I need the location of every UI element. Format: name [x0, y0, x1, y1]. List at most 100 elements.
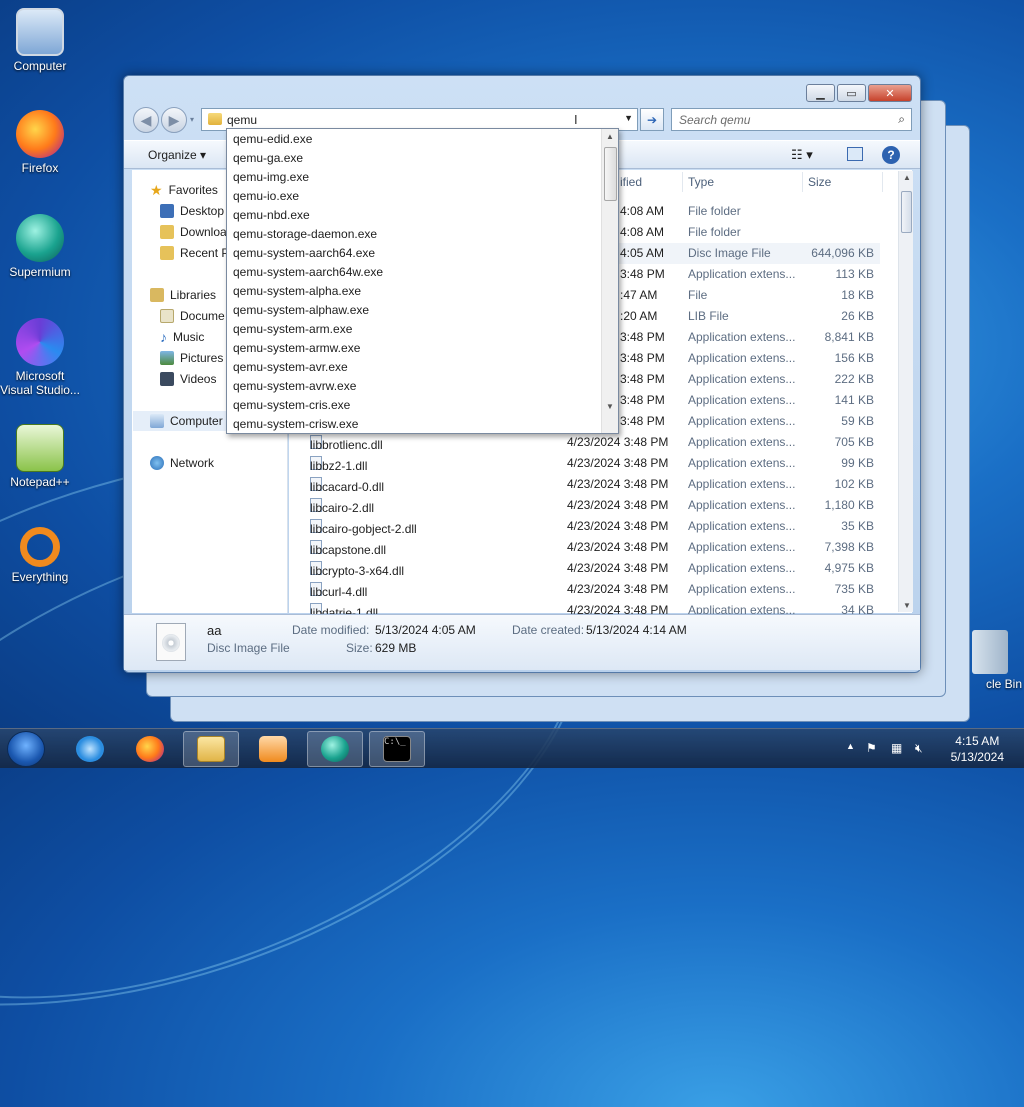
autocomplete-item[interactable]: qemu-nbd.exe: [233, 206, 310, 225]
autocomplete-item[interactable]: qemu-io.exe: [233, 187, 299, 206]
desktop-icon-supermium[interactable]: Supermium: [0, 214, 80, 279]
nav-videos[interactable]: Videos: [160, 370, 216, 388]
close-button[interactable]: ✕: [868, 84, 912, 102]
taskbar-media-player[interactable]: [245, 731, 301, 767]
column-header-date-modified[interactable]: ified: [620, 175, 642, 193]
table-row[interactable]: libcrypto-3-x64.dll 4/23/2024 3:48 PM Appl…: [300, 558, 880, 579]
nav-label: Music: [173, 330, 205, 344]
row-type: File: [688, 288, 708, 302]
taskbar-command-prompt[interactable]: C:\_: [369, 731, 425, 767]
search-box[interactable]: Search qemu ⌕: [671, 108, 912, 131]
recent-pages-chevron-icon[interactable]: ▾: [190, 115, 194, 124]
start-button[interactable]: [7, 731, 45, 767]
show-hidden-icons-chevron[interactable]: ▲: [846, 741, 855, 751]
row-size: 1,180 KB: [824, 498, 874, 512]
go-arrow-button[interactable]: ➔: [640, 108, 664, 131]
autocomplete-item[interactable]: qemu-system-cris.exe: [233, 396, 350, 415]
table-row[interactable]: libcairo-2.dll 4/23/2024 3:48 PM Applicati…: [300, 495, 880, 516]
desktop-icon-computer[interactable]: Computer: [0, 8, 80, 73]
nav-favorites[interactable]: ★ Favorites: [150, 181, 218, 199]
table-row[interactable]: libbrotlienc.dll 4/23/2024 3:48 PM Applica…: [300, 432, 880, 453]
nav-pictures[interactable]: Pictures: [160, 349, 223, 367]
desktop-icon-notepadpp[interactable]: Notepad++: [0, 424, 80, 489]
row-name: libbz2-1.dll: [310, 456, 367, 473]
details-created-value: 5/13/2024 4:14 AM: [586, 623, 687, 637]
table-row[interactable]: libcairo-gobject-2.dll 4/23/2024 3:48 PM A…: [300, 516, 880, 537]
column-header-type[interactable]: Type: [688, 175, 714, 193]
desktop-icon-everything[interactable]: Everything: [0, 527, 80, 584]
desktop-icon-firefox[interactable]: Firefox: [0, 110, 80, 175]
scroll-up-icon[interactable]: ▲: [606, 132, 614, 141]
scroll-down-icon[interactable]: ▼: [903, 601, 911, 610]
volume-muted-icon[interactable]: 🔇︎: [915, 741, 923, 756]
autocomplete-item[interactable]: qemu-edid.exe: [233, 130, 312, 149]
network-icon: [150, 456, 164, 470]
row-date-modified: 4:08 AM: [620, 225, 665, 239]
column-header-size[interactable]: Size: [808, 175, 831, 193]
help-icon[interactable]: ?: [882, 146, 900, 164]
desktop-icon-recycle-bin[interactable]: cle Bin: [944, 630, 1024, 691]
search-input[interactable]: Search qemu: [679, 113, 750, 127]
desktop-icon-visual-studio[interactable]: Microsoft Visual Studio...: [0, 318, 80, 397]
clock-date: 5/13/2024: [950, 750, 1004, 764]
autocomplete-item[interactable]: qemu-system-avrw.exe: [233, 377, 356, 396]
table-row[interactable]: libbz2-1.dll 4/23/2024 3:48 PM Application…: [300, 453, 880, 474]
file-list-scrollbar[interactable]: ▲ ▼: [898, 171, 913, 612]
autocomplete-item[interactable]: qemu-system-alphaw.exe: [233, 301, 369, 320]
maximize-button[interactable]: ▭: [837, 84, 866, 102]
autocomplete-item[interactable]: qemu-system-aarch64w.exe: [233, 263, 383, 282]
autocomplete-item[interactable]: qemu-system-alpha.exe: [233, 282, 361, 301]
table-row[interactable]: libcacard-0.dll 4/23/2024 3:48 PM Applicat…: [300, 474, 880, 495]
scroll-up-icon[interactable]: ▲: [903, 173, 911, 182]
taskbar-supermium[interactable]: [307, 731, 363, 767]
search-icon[interactable]: ⌕: [898, 112, 905, 127]
taskbar-internet-explorer[interactable]: [62, 731, 118, 767]
nav-network[interactable]: Network: [150, 454, 214, 472]
preview-pane-icon[interactable]: [847, 147, 863, 161]
nav-desktop[interactable]: Desktop: [160, 202, 224, 220]
autocomplete-item[interactable]: qemu-img.exe: [233, 168, 309, 187]
autocomplete-item[interactable]: qemu-ga.exe: [233, 149, 303, 168]
scroll-down-icon[interactable]: ▼: [606, 402, 614, 411]
nav-label: Desktop: [180, 204, 225, 218]
nav-documents[interactable]: Docume: [160, 307, 225, 325]
organize-button[interactable]: Organize ▾: [148, 148, 206, 162]
action-center-flag-icon[interactable]: ⚑: [866, 741, 877, 755]
forward-button[interactable]: ▶: [161, 107, 187, 133]
documents-icon: [160, 309, 174, 323]
row-date-modified: 3:48 PM: [620, 267, 665, 281]
taskbar-explorer[interactable]: [183, 731, 239, 767]
taskbar-firefox[interactable]: [122, 731, 178, 767]
row-size: 7,398 KB: [824, 540, 874, 554]
autocomplete-item[interactable]: qemu-system-avr.exe: [233, 358, 348, 377]
nav-label: Docume: [180, 309, 225, 323]
address-dropdown-chevron-icon[interactable]: ▼: [624, 113, 633, 123]
nav-libraries[interactable]: Libraries: [150, 286, 216, 304]
row-name: libbrotlienc.dll: [310, 435, 383, 452]
row-date-modified: 4:05 AM: [620, 246, 665, 260]
nav-recent[interactable]: Recent P: [160, 244, 229, 262]
autocomplete-item[interactable]: qemu-system-aarch64.exe: [233, 244, 375, 263]
command-prompt-icon: C:\_: [383, 736, 411, 762]
scrollbar-thumb[interactable]: [604, 147, 617, 201]
autocomplete-item[interactable]: qemu-system-arm.exe: [233, 320, 352, 339]
autocomplete-item[interactable]: qemu-system-armw.exe: [233, 339, 360, 358]
nav-music[interactable]: ♪ Music: [160, 328, 204, 346]
address-autocomplete-dropdown[interactable]: qemu-edid.exe qemu-ga.exe qemu-img.exe qemu…: [226, 128, 619, 434]
autocomplete-item[interactable]: qemu-system-crisw.exe: [233, 415, 358, 433]
autocomplete-item[interactable]: qemu-storage-daemon.exe: [233, 225, 377, 244]
system-clock[interactable]: 4:15 AM 5/13/2024: [951, 733, 1004, 765]
row-size: 8,841 KB: [824, 330, 874, 344]
scrollbar-thumb[interactable]: [901, 191, 912, 233]
table-row[interactable]: libcapstone.dll 4/23/2024 3:48 PM Applicat…: [300, 537, 880, 558]
address-input[interactable]: qemu: [227, 113, 257, 127]
network-status-icon[interactable]: ▦: [891, 741, 902, 755]
minimize-button[interactable]: ▁: [806, 84, 835, 102]
row-date-modified: 4:08 AM: [620, 204, 665, 218]
nav-downloads[interactable]: Downloa: [160, 223, 227, 241]
change-view-button[interactable]: ☷ ▾: [791, 147, 813, 163]
table-row[interactable]: libcurl-4.dll 4/23/2024 3:48 PM Applicatio…: [300, 579, 880, 600]
back-button[interactable]: ◀: [133, 107, 159, 133]
autocomplete-scrollbar[interactable]: ▲ ▼: [601, 129, 618, 433]
details-file-name: aa: [207, 623, 222, 638]
